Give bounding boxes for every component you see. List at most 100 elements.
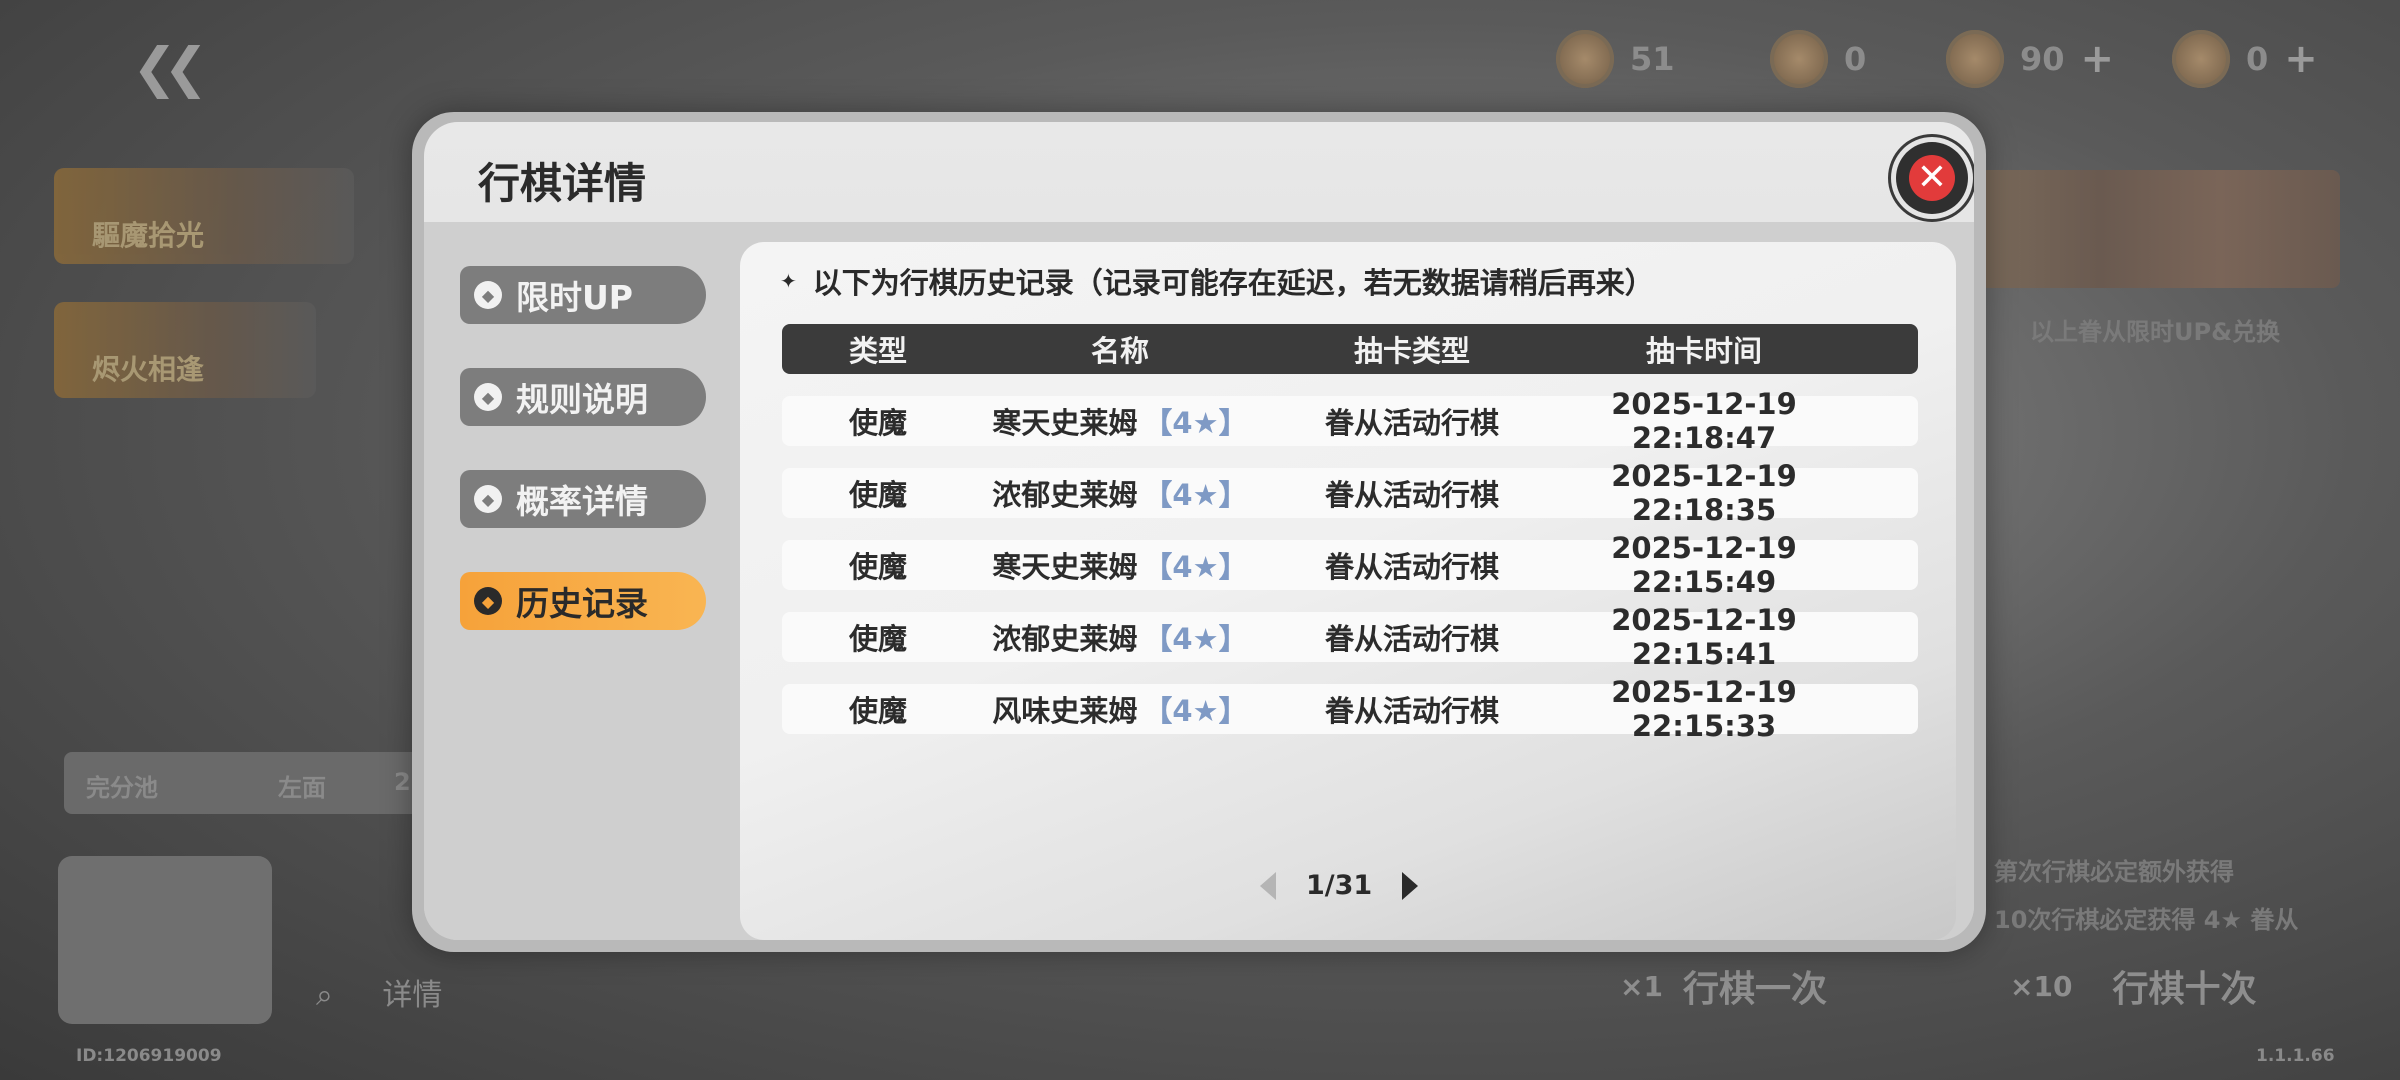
cell-type: 使魔 [848, 622, 907, 656]
diamond-icon: ◆ [474, 281, 502, 309]
nav-label: 概率详情 [516, 482, 648, 521]
nav-label: 历史记录 [516, 584, 648, 623]
banner-label: 烬火相逢 [92, 353, 205, 386]
modal-title: 行棋详情 [478, 159, 647, 208]
prev-page-icon[interactable] [1260, 871, 1276, 900]
cell-time: 2025-12-19 22:15:49 [1611, 531, 1797, 599]
draw-once-button[interactable]: ×1 行棋一次 [1620, 950, 1827, 1022]
rarity-badge: 【4★】 [1143, 694, 1248, 728]
cell-type: 使魔 [848, 694, 907, 728]
coin-icon [1556, 30, 1614, 88]
banner-label: 驅魔拾光 [92, 219, 205, 252]
note-bottom-2: 10次行棋必定获得 4★ 眷从 [1994, 906, 2299, 934]
resource-value: 0 [2246, 40, 2269, 78]
banner-2[interactable]: 烬火相逢 [54, 302, 316, 398]
item-name: 寒天史莱姆 [992, 406, 1138, 440]
pagination: 1/31 [1260, 870, 1419, 901]
cell-pool: 眷从活动行棋 [1324, 478, 1499, 512]
top-bar: ❮❮ 51 0 90 + 0 + [0, 0, 2400, 120]
close-button[interactable]: ✕ [1896, 142, 1968, 214]
table-row: 使魔 寒天史莱姆 【4★】 眷从活动行棋 2025-12-19 22:18:47 [782, 387, 1918, 455]
table-row: 使魔 浓郁史莱姆 【4★】 眷从活动行棋 2025-12-19 22:15:41 [782, 603, 1918, 671]
tab-label: 完分池 [86, 774, 158, 802]
trophy-icon [1770, 30, 1828, 88]
header-time: 抽卡时间 [1645, 334, 1762, 368]
resource-trophy: 0 [1770, 24, 1866, 94]
cell-name: 寒天史莱姆 【4★】 [974, 544, 1266, 586]
cell-pool: 眷从活动行棋 [1324, 550, 1499, 584]
sparkle-icon: ✦ [780, 269, 797, 293]
cell-time: 2025-12-19 22:15:33 [1611, 675, 1797, 743]
rarity-badge: 【4★】 [1143, 550, 1248, 584]
search-label: 详情 [382, 978, 443, 1013]
history-notice: ✦ 以下为行棋历史记录（记录可能存在延迟，若无数据请稍后再来） [780, 260, 1654, 302]
note-bottom-1: 第次行棋必定额外获得 [1994, 858, 2234, 886]
user-id: ID:1206919009 [76, 1046, 222, 1066]
cell-type: 使魔 [848, 406, 907, 440]
plus-icon[interactable]: + [2284, 36, 2318, 82]
table-row: 使魔 风味史莱姆 【4★】 眷从活动行棋 2025-12-19 22:15:33 [782, 675, 1918, 743]
banner-1[interactable]: 驅魔拾光 [54, 168, 354, 264]
gem-icon [1946, 30, 2004, 88]
draw-ten-cost: ×10 [2010, 969, 2073, 1003]
history-table: 类型 名称 抽卡类型 抽卡时间 使魔 寒天史莱姆 【4★】 眷从活动行棋 2025… [782, 324, 1918, 743]
table-row: 使魔 寒天史莱姆 【4★】 眷从活动行棋 2025-12-19 22:15:49 [782, 531, 1918, 599]
page-indicator: 1/31 [1306, 870, 1373, 901]
featured-cards [1980, 170, 2340, 288]
rarity-badge: 【4★】 [1143, 406, 1248, 440]
rarity-badge: 【4★】 [1143, 478, 1248, 512]
table-row: 使魔 浓郁史莱姆 【4★】 眷从活动行棋 2025-12-19 22:18:35 [782, 459, 1918, 527]
resource-coin: 51 [1556, 24, 1675, 94]
next-page-icon[interactable] [1402, 871, 1419, 900]
header-name: 名称 [1090, 334, 1149, 368]
featured-note: 以上眷从限时UP&兑换 [2030, 318, 2281, 346]
nav-item-limited-up[interactable]: ◆ 限时UP [460, 266, 706, 324]
resource-value: 51 [1630, 40, 1675, 78]
item-name: 浓郁史莱姆 [992, 478, 1138, 512]
resource-crystal: 0 + [2172, 24, 2318, 94]
draw-ten-button[interactable]: ×10 行棋十次 [2010, 950, 2256, 1022]
cell-name: 风味史莱姆 【4★】 [974, 688, 1266, 730]
avatar[interactable] [58, 856, 272, 1024]
nav-item-rules[interactable]: ◆ 规则说明 [460, 368, 706, 426]
header-pool: 抽卡类型 [1353, 334, 1470, 368]
nav-item-probability[interactable]: ◆ 概率详情 [460, 470, 706, 528]
modal-body: ◆ 限时UP ◆ 规则说明 ◆ 概率详情 ◆ 历史记录 ✦ 以下为行棋历史记录（… [424, 222, 1974, 940]
cell-pool: 眷从活动行棋 [1324, 622, 1499, 656]
plus-icon[interactable]: + [2081, 36, 2115, 82]
search-area[interactable]: ⌕ 详情 [316, 970, 442, 1014]
item-name: 寒天史莱姆 [992, 550, 1138, 584]
modal-inner: 行棋详情 ✕ ◆ 限时UP ◆ 规则说明 ◆ 概率详情 ◆ 历史记录 ✦ 以下为… [424, 122, 1974, 940]
rarity-badge: 【4★】 [1143, 622, 1248, 656]
tab-label: 左面 [278, 774, 326, 802]
history-modal: 行棋详情 ✕ ◆ 限时UP ◆ 规则说明 ◆ 概率详情 ◆ 历史记录 ✦ 以下为… [412, 112, 1986, 952]
draw-once-cost: ×1 [1620, 969, 1663, 1003]
item-name: 风味史莱姆 [992, 694, 1138, 728]
back-icon[interactable]: ❮❮ [132, 36, 208, 99]
diamond-icon: ◆ [474, 587, 502, 615]
header-type: 类型 [848, 334, 907, 368]
nav-label: 规则说明 [516, 380, 648, 419]
search-icon: ⌕ [316, 978, 333, 1013]
pool-tabs[interactable]: 完分池 左面 2 [64, 752, 444, 814]
nav-item-history[interactable]: ◆ 历史记录 [460, 572, 706, 630]
cell-pool: 眷从活动行棋 [1324, 406, 1499, 440]
cell-pool: 眷从活动行棋 [1324, 694, 1499, 728]
cell-type: 使魔 [848, 550, 907, 584]
nav-label: 限时UP [516, 278, 633, 317]
notice-text: 以下为行棋历史记录（记录可能存在延迟，若无数据请稍后再来） [812, 266, 1654, 300]
tab-value: 2 [394, 768, 411, 796]
cell-type: 使魔 [848, 478, 907, 512]
resource-value: 90 [2020, 40, 2065, 78]
close-icon: ✕ [1909, 155, 1955, 201]
resource-gem: 90 + [1946, 24, 2114, 94]
table-header: 类型 名称 抽卡类型 抽卡时间 [782, 324, 1918, 374]
diamond-icon: ◆ [474, 485, 502, 513]
cell-time: 2025-12-19 22:15:41 [1611, 603, 1797, 671]
side-nav: ◆ 限时UP ◆ 规则说明 ◆ 概率详情 ◆ 历史记录 [460, 266, 710, 674]
item-name: 浓郁史莱姆 [992, 622, 1138, 656]
cell-time: 2025-12-19 22:18:35 [1611, 459, 1797, 527]
version-label: 1.1.1.66 [2256, 1046, 2335, 1066]
resource-value: 0 [1844, 40, 1867, 78]
draw-ten-label: 行棋十次 [2112, 969, 2257, 1010]
